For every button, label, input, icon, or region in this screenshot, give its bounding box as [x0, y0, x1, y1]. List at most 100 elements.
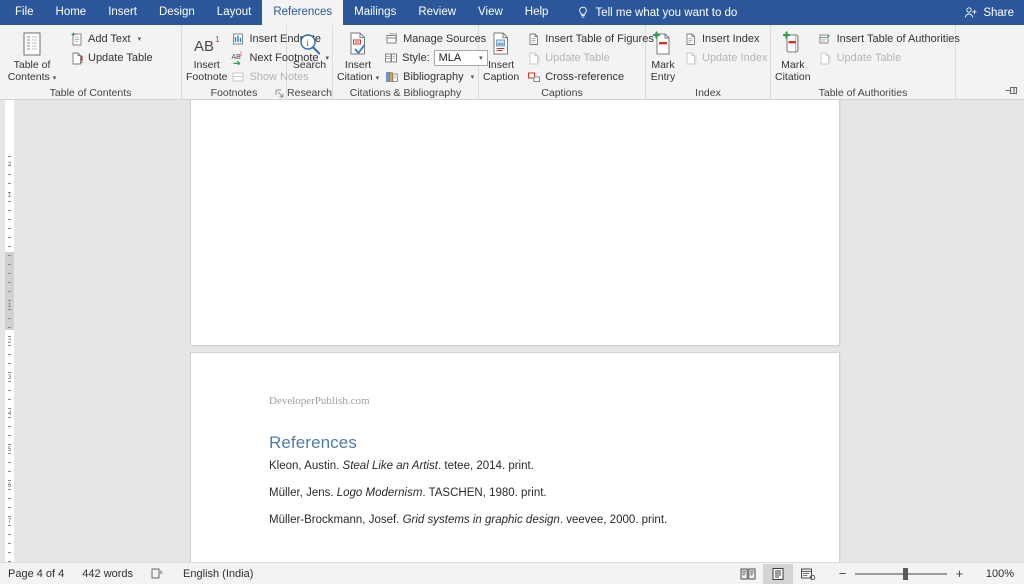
zoom-in-button[interactable]: +	[954, 566, 965, 581]
update-table-authorities-label: Update Table	[836, 52, 902, 64]
bibliography-icon	[384, 70, 399, 85]
ruler-tick-mark	[8, 255, 11, 256]
page-number-status[interactable]: Page 4 of 4	[8, 568, 64, 580]
chevron-down-icon[interactable]: ▾	[376, 75, 380, 82]
update-table-icon	[818, 51, 833, 66]
ruler-tick-mark	[8, 507, 11, 508]
cross-reference-button[interactable]: Cross-reference	[523, 68, 657, 86]
chevron-down-icon[interactable]: ▾	[471, 73, 475, 81]
search-button[interactable]: i Search	[291, 28, 328, 72]
ribbon-tab-help[interactable]: Help	[514, 0, 560, 25]
reference-author: Kleon, Austin.	[269, 460, 343, 472]
insert-caption-label-2: Caption	[483, 70, 520, 83]
document-page-previous[interactable]	[191, 100, 839, 345]
table-of-contents-button[interactable]: Table of Contents ▾	[4, 28, 60, 84]
zoom-out-button[interactable]: −	[837, 566, 848, 581]
ruler-tick-mark	[8, 345, 11, 346]
ruler-tick-mark	[8, 543, 11, 544]
insert-table-of-authorities-button[interactable]: Insert Table of Authorities	[815, 30, 963, 48]
svg-text:AB: AB	[194, 38, 214, 55]
zoom-level-label[interactable]: 100%	[982, 568, 1014, 580]
ruler-tick-label: 1	[7, 192, 12, 199]
zoom-control[interactable]: − + 100%	[837, 566, 1014, 581]
citation-style-value: MLA	[438, 52, 462, 64]
zoom-slider[interactable]	[855, 567, 947, 580]
search-magnifier-icon: i	[297, 30, 323, 60]
reference-entry: Müller, Jens. Logo Modernism. TASCHEN, 1…	[269, 486, 769, 500]
table-of-contents-icon	[19, 30, 45, 60]
ribbon-group-research: i Search Research	[287, 25, 333, 100]
style-icon	[384, 51, 398, 65]
ruler-tick-mark	[8, 264, 11, 265]
mark-entry-button[interactable]: Mark Entry	[650, 28, 676, 83]
insert-footnote-button[interactable]: AB 1 Insert Footnote	[186, 28, 227, 83]
update-table-toc-button[interactable]: Update Table	[66, 49, 156, 67]
print-layout-view-button[interactable]	[763, 563, 793, 584]
chevron-down-icon[interactable]: ▾	[138, 35, 142, 43]
mark-entry-icon	[650, 30, 676, 60]
mark-citation-label-2: Citation	[775, 70, 811, 83]
insert-citation-button[interactable]: Insert Citation ▾	[337, 28, 379, 84]
insert-caption-button[interactable]: Insert Caption	[483, 28, 519, 83]
insert-footnote-label-2: Footnote	[186, 70, 228, 83]
ribbon-tab-references[interactable]: References	[262, 0, 344, 25]
svg-text:1: 1	[215, 35, 220, 44]
ribbon-tab-mailings[interactable]: Mailings	[343, 0, 407, 25]
ribbon-group-captions: Insert Caption Insert Table of Figures U…	[479, 25, 654, 100]
chevron-down-icon[interactable]: ▾	[53, 75, 57, 82]
ribbon-group-table-of-contents: Table of Contents ▾ Add Text ▾ Update Ta…	[0, 25, 182, 100]
cross-reference-label: Cross-reference	[545, 71, 625, 83]
ribbon-tab-design[interactable]: Design	[148, 0, 206, 25]
ruler-tick-mark	[8, 219, 11, 220]
update-table-captions-label: Update Table	[545, 52, 610, 64]
status-bar: Page 4 of 4 442 words x English (India) …	[0, 562, 1024, 584]
word-count-status[interactable]: 442 words	[82, 568, 133, 580]
ribbon: Table of Contents ▾ Add Text ▾ Update Ta…	[0, 25, 1024, 100]
share-button[interactable]: Share	[964, 0, 1014, 25]
reference-entry: Kleon, Austin. Steal Like an Artist. tet…	[269, 459, 769, 473]
ribbon-tab-insert[interactable]: Insert	[97, 0, 148, 25]
update-table-toc-label: Update Table	[88, 52, 153, 64]
manage-sources-icon	[384, 32, 399, 47]
ruler-tick-mark	[8, 327, 11, 328]
ribbon-group-index: Mark Entry Insert Index Update Index Ind…	[646, 25, 771, 100]
update-table-icon	[526, 51, 541, 66]
ribbon-tab-view[interactable]: View	[467, 0, 514, 25]
web-layout-view-button[interactable]	[793, 564, 823, 584]
tell-me-search[interactable]: Tell me what you want to do	[577, 0, 737, 25]
language-status[interactable]: English (India)	[183, 568, 253, 580]
ruler-tick-mark	[8, 174, 11, 175]
insert-citation-icon	[345, 30, 371, 60]
ribbon-tab-layout[interactable]: Layout	[206, 0, 263, 25]
zoom-slider-handle[interactable]	[903, 567, 908, 580]
cross-reference-icon	[526, 70, 541, 85]
read-mode-view-button[interactable]	[733, 564, 763, 584]
vertical-ruler[interactable]: 211234567	[0, 100, 18, 562]
manage-sources-button[interactable]: Manage Sources	[381, 30, 491, 48]
mark-entry-label-2: Entry	[650, 70, 676, 83]
insert-citation-label-2: Citation	[337, 70, 373, 83]
document-body[interactable]: References Kleon, Austin. Steal Like an …	[269, 433, 769, 540]
reference-title: Logo Modernism	[336, 487, 423, 499]
insert-table-of-figures-button[interactable]: Insert Table of Figures	[523, 30, 657, 48]
ruler-tick-mark	[8, 516, 11, 517]
ribbon-tab-home[interactable]: Home	[45, 0, 98, 25]
citation-style-row: Style: MLA ▾	[381, 49, 491, 67]
add-text-button[interactable]: Add Text ▾	[66, 30, 156, 48]
reference-title: Grid systems in graphic design	[402, 514, 560, 526]
bibliography-button[interactable]: Bibliography ▾	[381, 68, 491, 86]
ruler-tick-mark	[8, 318, 11, 319]
ruler-tick-mark	[8, 309, 11, 310]
document-work-area[interactable]: 211234567 DeveloperPublish.com Reference…	[0, 100, 1024, 562]
pin-ribbon-icon[interactable]	[1005, 84, 1018, 97]
mark-entry-label-1: Mark	[651, 59, 675, 71]
ruler-tick-mark	[8, 489, 11, 490]
mark-citation-button[interactable]: Mark Citation	[775, 28, 811, 83]
footnotes-dialog-launcher[interactable]	[275, 89, 284, 98]
insert-index-button[interactable]: Insert Index	[680, 30, 770, 48]
ribbon-tab-review[interactable]: Review	[407, 0, 467, 25]
ribbon-tab-file[interactable]: File	[4, 0, 45, 25]
document-page-current[interactable]: DeveloperPublish.com References Kleon, A…	[191, 353, 839, 562]
insert-caption-icon	[488, 30, 514, 60]
proofing-errors-icon[interactable]: x	[151, 567, 165, 580]
